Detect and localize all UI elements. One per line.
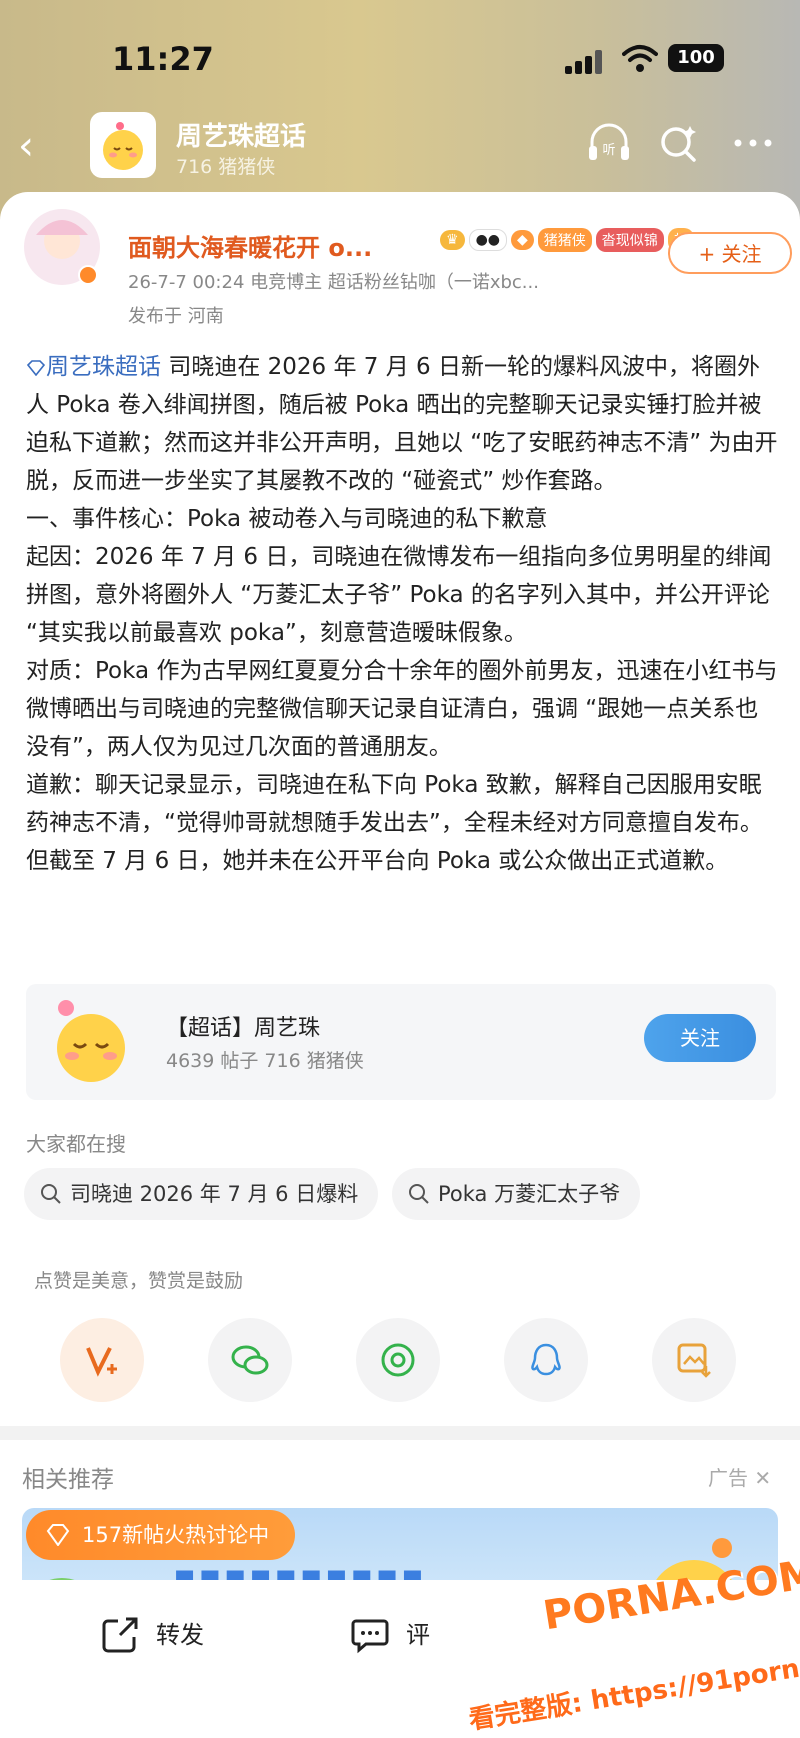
back-button[interactable]: ‹	[18, 124, 58, 168]
qq-icon	[531, 1343, 561, 1376]
topic-card-title: 【超话】周艺珠	[166, 1016, 321, 1041]
battery-indicator: 100	[668, 44, 724, 72]
wifi-icon	[622, 45, 658, 72]
recommend-label: 相关推荐	[22, 1467, 114, 1493]
post-paragraph: 周艺珠超话 司晓迪在 2026 年 7 月 6 日新一轮的爆料风波中，将圈外人 …	[26, 354, 778, 494]
wechat-icon	[231, 1345, 269, 1375]
title-badge: 沓现似锦	[595, 228, 664, 252]
author-avatar[interactable]	[22, 205, 102, 289]
topic-card[interactable]: 【超话】周艺珠 4639 帖子 716 猪猪侠 关注	[26, 984, 776, 1100]
crown-badge-icon: ♛	[440, 230, 465, 250]
diamond-icon	[26, 359, 46, 376]
post-paragraph: 一、事件核心：Poka 被动卷入与司晓迪的私下歉意	[26, 506, 548, 532]
topic-card-stats: 4639 帖子 716 猪猪侠	[166, 1050, 364, 1072]
post-paragraph: 道歉：聊天记录显示，司晓迪在私下向 Poka 致歉，解释自己因服用安眠药神志不清…	[26, 772, 763, 874]
status-time: 11:27	[112, 40, 214, 78]
hot-discussion-pill[interactable]: 157新帖火热讨论中	[26, 1510, 296, 1560]
search-chip[interactable]: 司晓迪 2026 年 7 月 6 日爆料	[24, 1168, 379, 1220]
moments-icon	[381, 1343, 415, 1377]
listen-icon[interactable]: 听	[586, 120, 632, 166]
moments-button[interactable]	[356, 1318, 440, 1402]
post-location: 发布于 河南	[128, 306, 224, 327]
author-badges: ♛ ●● ◆ 猪猪侠 沓现似锦 超	[440, 224, 694, 256]
wechat-button[interactable]	[208, 1318, 292, 1402]
level-badge: 猪猪侠	[537, 228, 592, 252]
svg-text:听: 听	[602, 143, 615, 158]
fish-badge-icon: ◆	[511, 230, 534, 250]
qq-button[interactable]	[504, 1318, 588, 1402]
follow-author-button[interactable]: + 关注	[668, 232, 792, 274]
post-paragraph: 起因：2026 年 7 月 6 日，司晓迪在微博发布一组指向多位男明星的绯闻拼图…	[26, 544, 772, 646]
topic-member-count: 716 猪猪侠	[176, 156, 276, 178]
emoji-face-icon	[103, 122, 143, 170]
author-name[interactable]: 面朝大海春暖花开 o...	[128, 228, 372, 263]
trending-search-label: 大家都在搜	[26, 1132, 126, 1156]
signal-icon	[565, 50, 609, 74]
ad-close-button[interactable]: 广告 ✕	[708, 1462, 771, 1491]
repost-icon	[102, 1617, 138, 1653]
search-chip[interactable]: Poka 万菱汇太子爷	[392, 1168, 641, 1220]
save-image-icon	[677, 1343, 711, 1378]
save-image-button[interactable]	[652, 1318, 736, 1402]
section-divider	[0, 1426, 800, 1440]
search-icon[interactable]	[656, 120, 702, 166]
topic-tag-link[interactable]: 周艺珠超话	[26, 354, 161, 380]
more-icon[interactable]	[730, 120, 776, 166]
post-paragraph: 对质：Poka 作为古早网红夏夏分合十余年的圈外前男友，迅速在小红书与微博晒出与…	[26, 658, 778, 760]
panda-badge-icon: ●●	[468, 229, 507, 251]
topic-emoji-icon	[57, 1000, 125, 1082]
reward-tip: 点赞是美意，赞赏是鼓励	[34, 1270, 244, 1292]
search-icon	[41, 1184, 61, 1204]
vplus-icon	[86, 1347, 117, 1377]
topic-logo[interactable]	[90, 112, 156, 178]
comment-icon	[351, 1619, 389, 1654]
search-icon	[409, 1184, 429, 1204]
post-meta: 26-7-7 00:24 电竞博主 超话粉丝钻咖（一诺xbc...	[128, 272, 539, 293]
vplus-button[interactable]	[60, 1318, 144, 1402]
follow-topic-button[interactable]: 关注	[644, 1014, 756, 1062]
page-title: 周艺珠超话	[176, 122, 307, 152]
post-content: 周艺珠超话 司晓迪在 2026 年 7 月 6 日新一轮的爆料风波中，将圈外人 …	[26, 348, 778, 880]
diamond-icon	[46, 1524, 70, 1546]
